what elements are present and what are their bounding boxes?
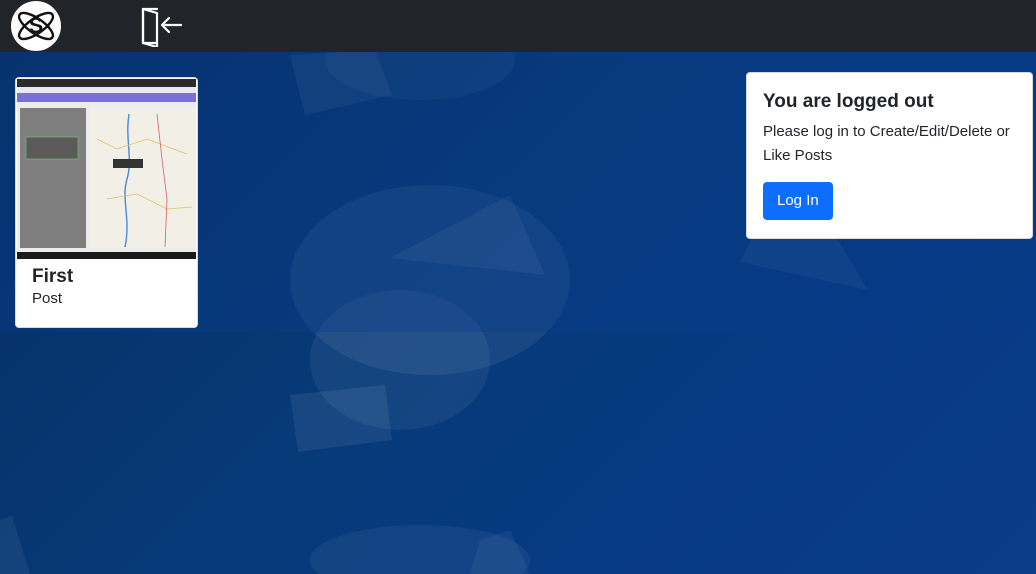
post-subtitle: Post bbox=[32, 290, 63, 307]
page: S First Post You are logged out Please l… bbox=[0, 0, 1036, 574]
logged-out-message: Please log in to Create/Edit/Delete or L… bbox=[763, 123, 1010, 164]
atom-s-logo-icon: S bbox=[17, 11, 55, 41]
post-card[interactable]: First Post bbox=[15, 77, 198, 328]
post-thumbnail bbox=[17, 79, 196, 259]
logged-out-title: You are logged out bbox=[763, 91, 934, 112]
log-in-button[interactable]: Log In bbox=[763, 182, 833, 220]
map-screenshot-thumbnail bbox=[17, 79, 196, 259]
post-title: First bbox=[32, 266, 74, 287]
post-body: First Post bbox=[32, 265, 73, 309]
home-logo[interactable]: S bbox=[11, 1, 61, 51]
login-door-button[interactable] bbox=[138, 2, 184, 48]
logo-letter: S bbox=[29, 13, 44, 38]
door-exit-icon bbox=[141, 7, 183, 47]
top-navbar: S bbox=[0, 0, 1036, 52]
logged-out-card: You are logged out Please log in to Crea… bbox=[746, 72, 1033, 239]
